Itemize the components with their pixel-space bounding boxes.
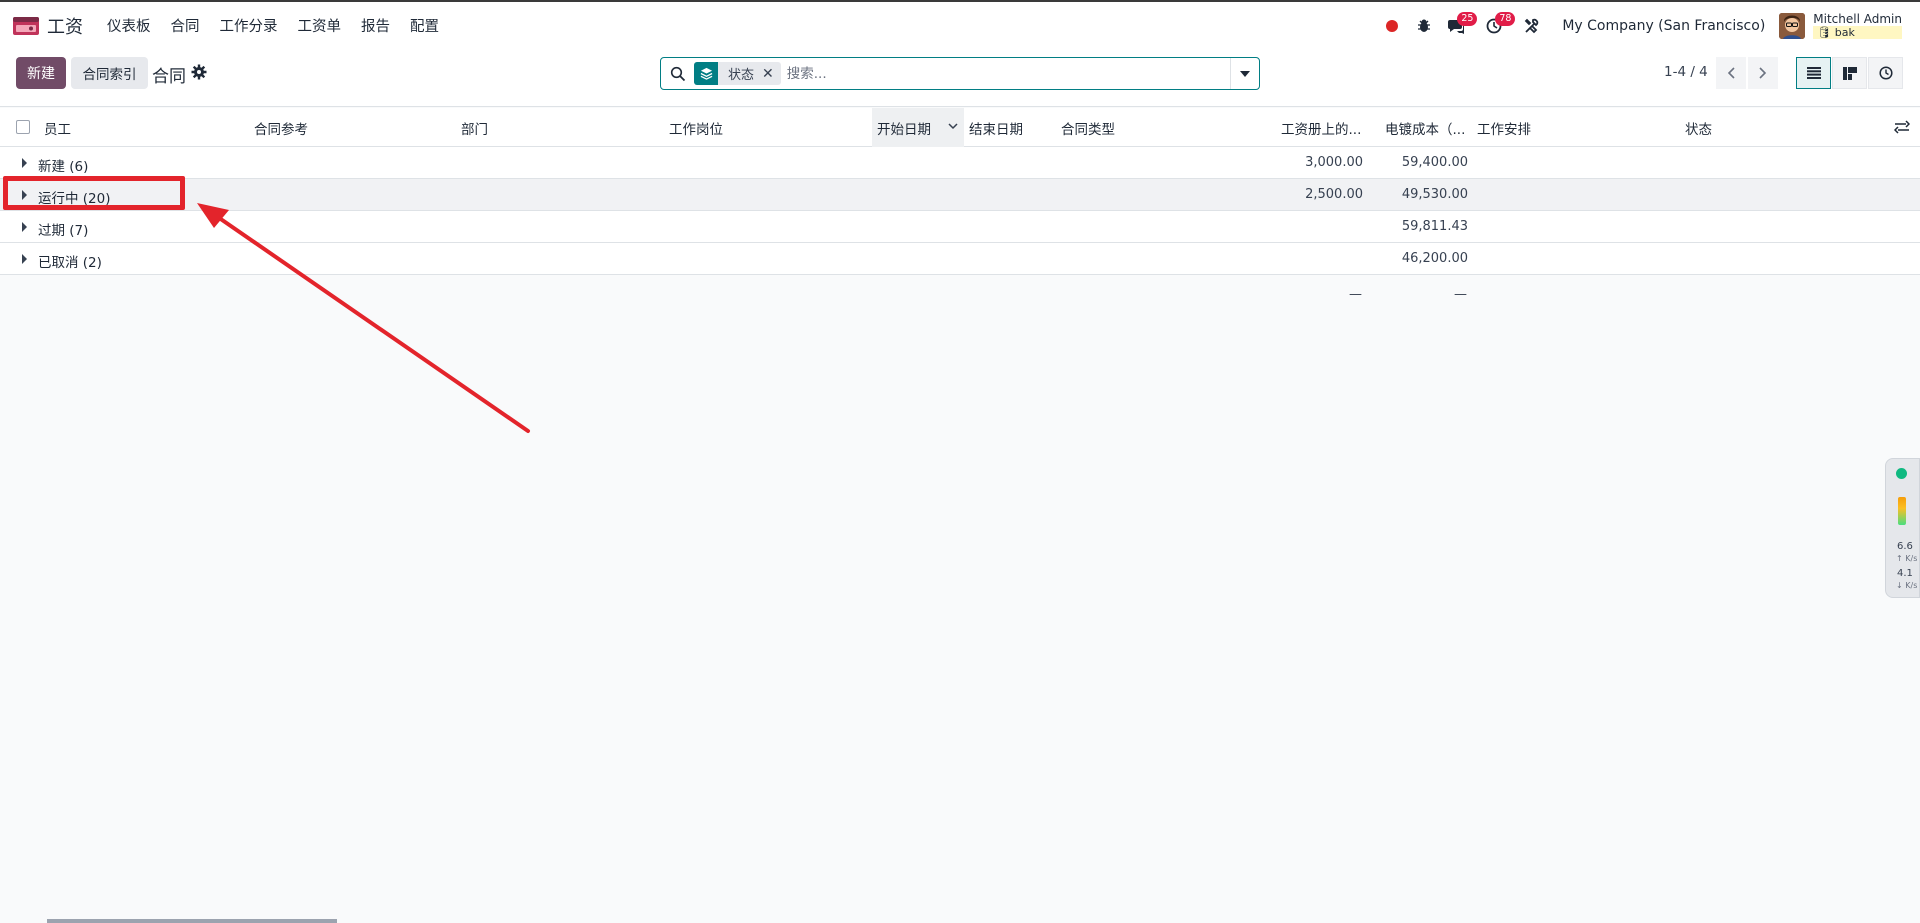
column-status[interactable]: 状态	[1685, 108, 1825, 147]
avatar	[1779, 12, 1806, 39]
top-navbar: 工资 仪表板 合同 工作分录 工资单 报告 配置 25 78 My Compan…	[0, 0, 1920, 49]
group-row-cancelled[interactable]: 已取消 (2) 46,200.00	[0, 243, 1920, 275]
optional-columns-icon[interactable]	[1894, 119, 1910, 135]
column-employer-cost[interactable]: 电镀成本（...	[1385, 108, 1467, 147]
menu-configuration[interactable]: 配置	[400, 2, 449, 49]
kanban-view-button[interactable]	[1832, 57, 1867, 89]
payroll-app-icon	[13, 16, 39, 35]
column-end-date[interactable]: 结束日期	[969, 108, 1059, 147]
database-name: 🛢 bak	[1813, 25, 1902, 39]
facet-close-icon[interactable]: ✕	[762, 66, 781, 82]
tools-icon[interactable]	[1518, 12, 1546, 40]
record-icon[interactable]	[1378, 12, 1406, 40]
download-unit-text: K/s	[1905, 581, 1918, 590]
column-job-position[interactable]: 工作岗位	[669, 108, 869, 147]
list-view-button[interactable]	[1796, 57, 1831, 89]
footer-cost-total: —	[1454, 287, 1467, 302]
download-speed: 4.1	[1897, 568, 1913, 579]
pager-value[interactable]: 1-4 / 4	[1664, 64, 1708, 80]
app-brand[interactable]: 工资	[13, 2, 97, 49]
select-all-checkbox[interactable]	[16, 120, 30, 134]
database-name-text: bak	[1834, 25, 1855, 39]
gear-icon[interactable]	[191, 64, 207, 80]
pager-next-button[interactable]	[1748, 57, 1778, 89]
company-switcher[interactable]: My Company (San Francisco)	[1562, 18, 1765, 34]
user-menu[interactable]: Mitchell Admin 🛢 bak	[1779, 11, 1902, 39]
list-header: 员工 合同参考 部门 工作岗位 开始日期 结束日期 合同类型 工资册上的... …	[0, 108, 1920, 147]
download-unit: ↓ K/s	[1896, 581, 1918, 590]
menu-dashboard[interactable]: 仪表板	[97, 2, 161, 49]
group-cost: 59,400.00	[1401, 155, 1468, 170]
search-bar: 状态 ✕	[660, 57, 1260, 90]
pager-previous-button[interactable]	[1716, 57, 1746, 89]
column-working-schedule[interactable]: 工作安排	[1477, 108, 1617, 147]
user-name: Mitchell Admin	[1813, 11, 1902, 26]
group-label: 过期 (7)	[38, 223, 89, 239]
activities-clock-icon[interactable]: 78	[1480, 11, 1516, 40]
meter-bar-icon	[1898, 497, 1906, 525]
group-cost: 49,530.00	[1401, 187, 1468, 202]
caret-down-icon	[1240, 70, 1250, 77]
network-speed-widget[interactable]: 6.6 ↑ K/s 4.1 ↓ K/s	[1885, 458, 1920, 598]
column-contract-type[interactable]: 合同类型	[1061, 108, 1181, 147]
upload-unit: ↑ K/s	[1896, 554, 1918, 563]
group-row-new[interactable]: 新建 (6) 3,000.00 59,400.00	[0, 147, 1920, 179]
column-wage[interactable]: 工资册上的...	[1281, 108, 1363, 147]
menu-payslips[interactable]: 工资单	[288, 2, 352, 49]
facet-label: 状态	[728, 68, 755, 83]
status-dot-icon	[1896, 468, 1907, 479]
search-input[interactable]	[786, 60, 1230, 87]
column-department[interactable]: 部门	[461, 108, 661, 147]
group-label: 新建 (6)	[38, 159, 89, 175]
group-cost: 46,200.00	[1401, 251, 1468, 266]
sort-chevron-down-icon	[948, 123, 958, 130]
search-facet: 状态 ✕	[694, 62, 781, 85]
list-icon	[1806, 67, 1821, 79]
chevron-right-icon	[1759, 67, 1767, 79]
upload-speed: 6.6	[1897, 541, 1913, 552]
messages-icon[interactable]: 25	[1442, 11, 1478, 40]
menu-reporting[interactable]: 报告	[351, 2, 400, 49]
caret-right-icon	[22, 158, 27, 168]
contract-index-button[interactable]: 合同索引	[71, 57, 148, 89]
messages-badge: 25	[1457, 11, 1478, 26]
activities-badge: 78	[1495, 11, 1516, 26]
column-start-date[interactable]: 开始日期	[872, 108, 964, 147]
search-options-toggle[interactable]	[1230, 58, 1259, 89]
menu-work-entries[interactable]: 工作分录	[210, 2, 288, 49]
debug-bug-icon[interactable]	[1410, 12, 1438, 40]
breadcrumb-title: 合同	[152, 67, 186, 87]
group-row-expired[interactable]: 过期 (7) 59,811.43	[0, 211, 1920, 243]
group-wage: 3,000.00	[1305, 155, 1363, 170]
group-row-running[interactable]: 运行中 (20) 2,500.00 49,530.00	[0, 179, 1920, 211]
clock-icon	[1878, 66, 1893, 80]
caret-right-icon	[22, 222, 27, 232]
control-panel: 新建 合同索引 合同 状态 ✕ 1-4 / 4	[0, 49, 1920, 107]
column-employee[interactable]: 员工	[44, 108, 244, 147]
column-start-date-label: 开始日期	[877, 121, 931, 138]
layers-icon	[694, 62, 718, 85]
app-name: 工资	[47, 16, 83, 38]
group-label: 已取消 (2)	[38, 255, 102, 271]
caret-right-icon	[22, 190, 27, 200]
kanban-icon	[1842, 66, 1857, 80]
activity-view-button[interactable]	[1868, 57, 1903, 89]
menu-contracts[interactable]: 合同	[161, 2, 210, 49]
caret-right-icon	[22, 254, 27, 264]
group-wage: 2,500.00	[1305, 187, 1363, 202]
horizontal-scrollbar[interactable]	[47, 919, 337, 923]
group-label: 运行中 (20)	[38, 191, 111, 207]
chevron-left-icon	[1727, 67, 1735, 79]
new-button[interactable]: 新建	[16, 57, 66, 89]
group-cost: 59,811.43	[1401, 219, 1468, 234]
search-icon	[670, 66, 686, 81]
footer-wage-total: —	[1349, 287, 1362, 302]
upload-unit-text: K/s	[1905, 554, 1918, 563]
column-contract-reference[interactable]: 合同参考	[254, 108, 454, 147]
